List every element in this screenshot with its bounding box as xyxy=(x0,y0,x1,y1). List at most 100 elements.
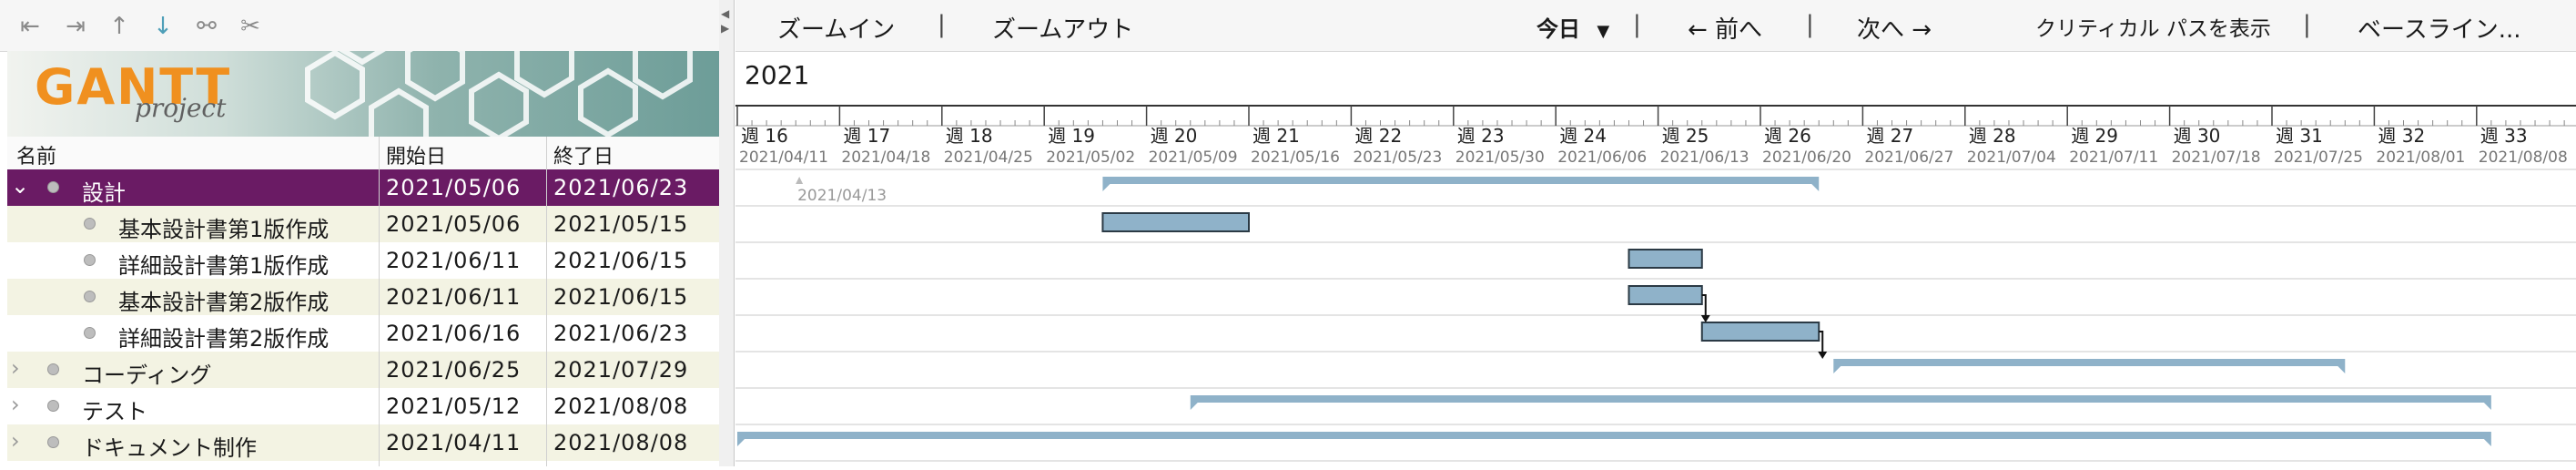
zoom-in-button[interactable]: ズームイン xyxy=(777,11,895,45)
summary-bar-right-cap xyxy=(1811,184,1820,191)
task-end-date[interactable]: 2021/06/15 xyxy=(553,284,688,310)
task-start-date[interactable]: 2021/06/25 xyxy=(386,357,521,383)
task-bar xyxy=(1628,249,1703,269)
task-end-date[interactable]: 2021/05/15 xyxy=(553,211,688,237)
task-row[interactable]: 詳細設計書第2版作成 2021/06/16 2021/06/23 xyxy=(7,315,719,352)
outdent-icon[interactable]: ⇤ xyxy=(15,11,46,42)
gantt-chart[interactable]: 週 16 2021/04/11 週 17 2021/04/18 週 18 2021/04/… xyxy=(735,102,2576,466)
chevron-right-icon[interactable]: › xyxy=(11,392,20,417)
summary-bar xyxy=(1833,359,2346,366)
task-end-date[interactable]: 2021/08/08 xyxy=(553,393,688,419)
task-name[interactable]: 設計 xyxy=(82,175,126,207)
task-bullet-icon xyxy=(47,181,59,193)
chevron-right-icon[interactable]: › xyxy=(11,428,20,454)
task-name[interactable]: 基本設計書第1版作成 xyxy=(118,211,329,243)
week-label: 週 27 xyxy=(1866,125,1913,147)
task-start-date[interactable]: 2021/05/06 xyxy=(386,175,521,200)
collapse-right-icon[interactable]: ▶ xyxy=(721,22,729,35)
today-marker-label: 2021/04/13 xyxy=(797,187,887,205)
task-bar xyxy=(1628,285,1703,305)
task-name[interactable]: 基本設計書第2版作成 xyxy=(118,284,329,316)
week-date-label: 2021/06/27 xyxy=(1864,148,1953,167)
link-icon[interactable]: ⚯ xyxy=(191,11,222,42)
week-label: 週 22 xyxy=(1354,125,1402,147)
task-end-date[interactable]: 2021/08/08 xyxy=(553,430,688,455)
column-header-end[interactable]: 終了日 xyxy=(553,140,614,169)
week-label: 週 30 xyxy=(2174,125,2221,147)
prev-button[interactable]: ← 前へ xyxy=(1688,11,1762,45)
week-date-label: 2021/07/18 xyxy=(2172,148,2261,167)
zoom-out-button[interactable]: ズームアウト xyxy=(992,11,1133,45)
task-row[interactable]: 詳細設計書第1版作成 2021/06/11 2021/06/15 xyxy=(7,242,719,279)
today-label: 今日 xyxy=(1536,16,1580,42)
summary-bar-left-cap xyxy=(737,439,745,446)
task-bar xyxy=(1101,212,1250,232)
column-header-name[interactable]: 名前 xyxy=(16,140,56,169)
task-row[interactable]: › ドキュメント制作 2021/04/11 2021/08/08 xyxy=(7,424,719,461)
task-end-date[interactable]: 2021/06/15 xyxy=(553,248,688,273)
critical-path-button[interactable]: クリティカル パスを表示 xyxy=(2035,11,2271,42)
task-name[interactable]: ドキュメント制作 xyxy=(82,430,257,462)
week-date-label: 2021/05/09 xyxy=(1149,148,1238,167)
task-name[interactable]: テスト xyxy=(82,393,147,425)
week-date-label: 2021/05/30 xyxy=(1455,148,1545,167)
task-start-date[interactable]: 2021/06/11 xyxy=(386,248,521,273)
task-start-date[interactable]: 2021/05/06 xyxy=(386,211,521,237)
task-row[interactable]: ⌄ 設計 2021/05/06 2021/06/23 xyxy=(7,169,719,206)
task-start-date[interactable]: 2021/06/16 xyxy=(386,321,521,346)
summary-bar-right-cap xyxy=(2483,403,2491,410)
today-button[interactable]: 今日 ▼ xyxy=(1536,11,1609,43)
week-date-label: 2021/05/23 xyxy=(1353,148,1442,167)
week-date-label: 2021/04/25 xyxy=(944,148,1033,167)
chevron-right-icon[interactable]: › xyxy=(11,355,20,381)
move-up-icon[interactable]: ↑ xyxy=(104,11,135,42)
summary-bar-left-cap xyxy=(1102,184,1111,191)
logo-subtitle: project xyxy=(135,93,227,123)
toolbar-separator: | xyxy=(1633,11,1641,38)
baseline-button[interactable]: ベースライン... xyxy=(2358,11,2521,45)
week-label: 週 19 xyxy=(1048,125,1095,147)
task-toolbar: ⇤ ⇥ ↑ ↓ ⚯ ✂ xyxy=(0,0,719,52)
indent-icon[interactable]: ⇥ xyxy=(60,11,91,42)
task-name[interactable]: 詳細設計書第1版作成 xyxy=(118,248,329,280)
task-name[interactable]: 詳細設計書第2版作成 xyxy=(118,321,329,352)
task-bullet-icon xyxy=(84,291,96,302)
ganttproject-logo: GANTT project xyxy=(7,51,719,137)
task-end-date[interactable]: 2021/06/23 xyxy=(553,175,688,200)
next-button[interactable]: 次へ → xyxy=(1857,11,1932,45)
week-date-label: 2021/04/11 xyxy=(739,148,828,167)
toolbar-separator: | xyxy=(1806,11,1814,38)
move-down-icon[interactable]: ↓ xyxy=(147,11,178,42)
week-label: 週 21 xyxy=(1253,125,1300,147)
task-end-date[interactable]: 2021/07/29 xyxy=(553,357,688,383)
summary-bar-right-cap xyxy=(2483,439,2491,446)
collapse-left-icon[interactable]: ◀ xyxy=(721,7,729,20)
task-start-date[interactable]: 2021/05/12 xyxy=(386,393,521,419)
week-label: 週 26 xyxy=(1764,125,1811,147)
panel-splitter[interactable]: ◀ ▶ xyxy=(719,0,735,466)
task-row[interactable]: › コーディング 2021/06/25 2021/07/29 xyxy=(7,352,719,388)
toolbar-separator: | xyxy=(938,11,946,38)
task-row[interactable]: 基本設計書第1版作成 2021/05/06 2021/05/15 xyxy=(7,206,719,242)
task-end-date[interactable]: 2021/06/23 xyxy=(553,321,688,346)
dependency-arrowhead-icon xyxy=(1700,315,1710,322)
task-row[interactable]: › テスト 2021/05/12 2021/08/08 xyxy=(7,388,719,424)
task-start-date[interactable]: 2021/06/11 xyxy=(386,284,521,310)
chevron-down-icon[interactable]: ⌄ xyxy=(11,173,29,199)
task-bullet-icon xyxy=(84,254,96,266)
week-date-label: 2021/05/16 xyxy=(1251,148,1340,167)
task-bullet-icon xyxy=(47,436,59,448)
task-start-date[interactable]: 2021/04/11 xyxy=(386,430,521,455)
task-name[interactable]: コーディング xyxy=(82,357,211,389)
week-label: 週 17 xyxy=(843,125,890,147)
task-bullet-icon xyxy=(47,400,59,412)
unlink-icon[interactable]: ✂ xyxy=(235,11,266,42)
task-row[interactable]: 基本設計書第2版作成 2021/06/11 2021/06/15 xyxy=(7,279,719,315)
week-label: 週 29 xyxy=(2071,125,2118,147)
week-date-label: 2021/07/04 xyxy=(1967,148,2056,167)
week-date-label: 2021/07/11 xyxy=(2069,148,2158,167)
week-date-label: 2021/07/25 xyxy=(2274,148,2363,167)
week-label: 週 20 xyxy=(1151,125,1198,147)
column-header-start[interactable]: 開始日 xyxy=(386,140,446,169)
gantt-chart-canvas[interactable]: 週 162021/04/11週 172021/04/18週 182021/04/… xyxy=(735,102,2576,466)
